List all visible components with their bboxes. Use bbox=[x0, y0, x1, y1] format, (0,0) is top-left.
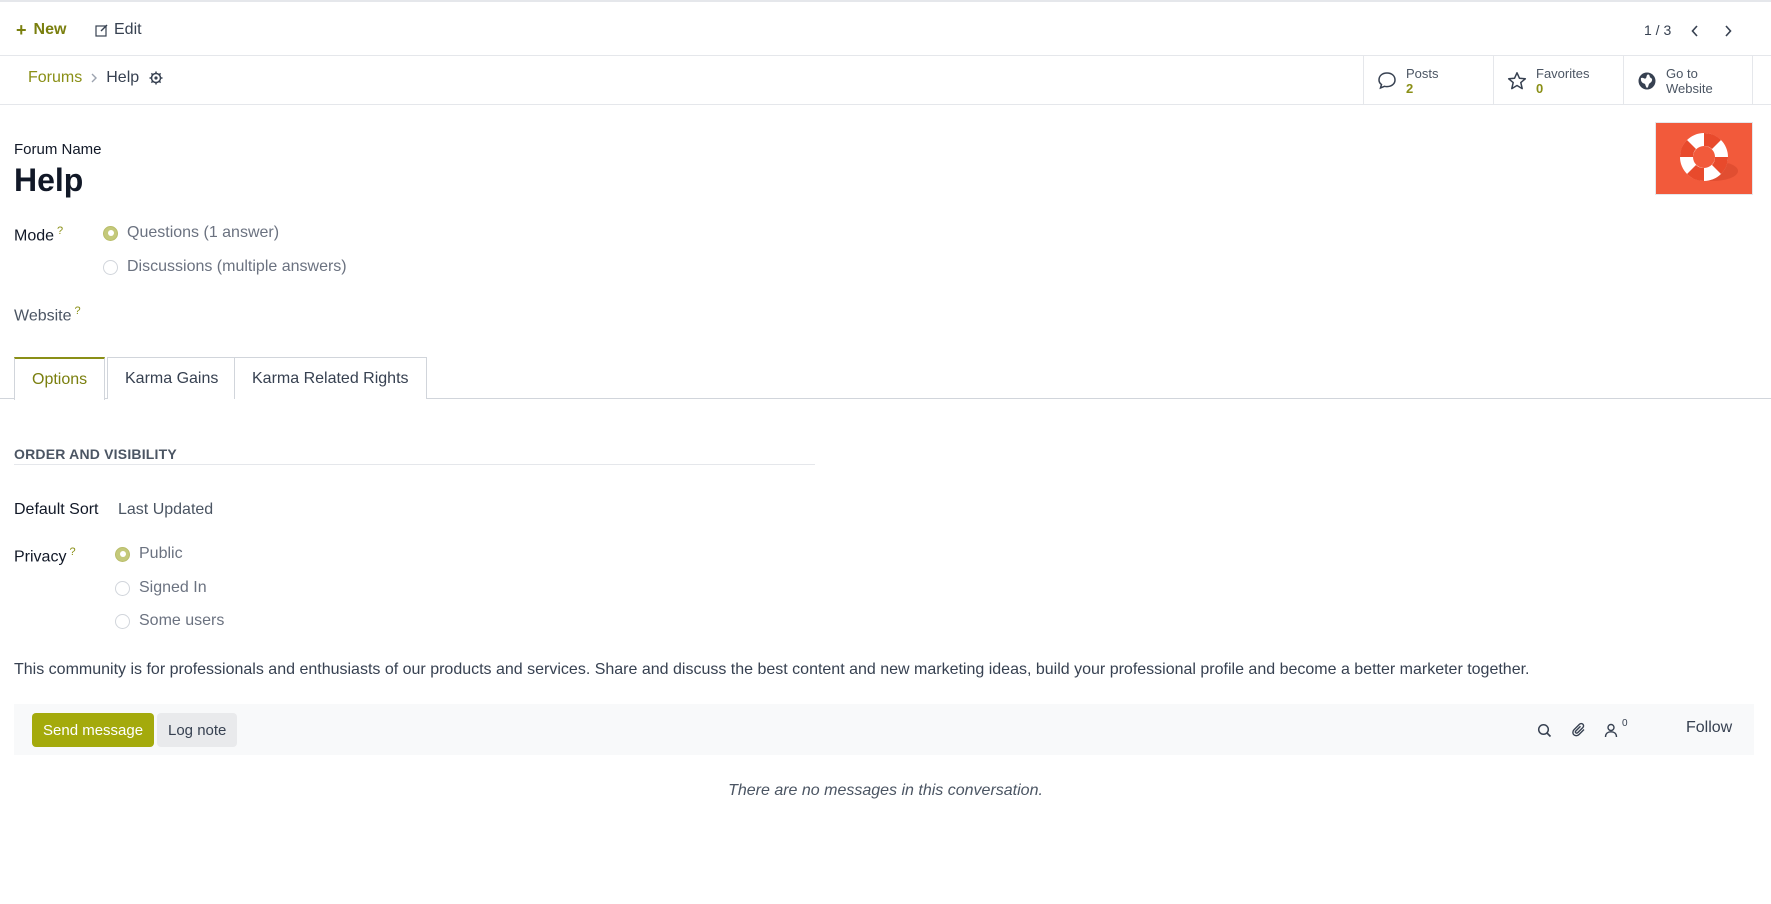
forum-name-value[interactable]: Help bbox=[14, 162, 83, 199]
privacy-option-signed-in[interactable]: Signed In bbox=[115, 579, 207, 597]
website-label: Website bbox=[1666, 80, 1713, 96]
privacy-option-label: Some users bbox=[139, 612, 225, 629]
forum-image[interactable] bbox=[1655, 122, 1753, 195]
chevron-right-icon bbox=[90, 72, 98, 84]
section-title-order-visibility: ORDER AND VISIBILITY bbox=[14, 446, 177, 462]
default-sort-label: Default Sort bbox=[14, 501, 99, 518]
privacy-option-public[interactable]: Public bbox=[115, 545, 183, 563]
chevron-left-icon bbox=[1691, 25, 1699, 37]
new-button[interactable]: + New bbox=[16, 18, 66, 42]
breadcrumb: Forums Help bbox=[28, 69, 163, 87]
mode-option-label: Questions (1 answer) bbox=[127, 224, 280, 241]
breadcrumb-forums-link[interactable]: Forums bbox=[28, 69, 82, 87]
radio-checked-icon[interactable] bbox=[103, 225, 118, 241]
favorites-smart-button[interactable]: Favorites 0 bbox=[1493, 56, 1623, 105]
help-tooltip-icon[interactable]: ? bbox=[75, 305, 81, 317]
edit-button[interactable]: Edit bbox=[95, 18, 142, 42]
search-icon[interactable] bbox=[1534, 720, 1554, 740]
edit-icon bbox=[95, 24, 108, 37]
star-icon bbox=[1506, 70, 1528, 92]
lifebuoy-icon bbox=[1679, 132, 1738, 182]
go-to-website-smart-button[interactable]: Go to Website bbox=[1623, 56, 1753, 105]
help-tooltip-icon[interactable]: ? bbox=[57, 225, 63, 237]
posts-smart-button[interactable]: Posts 2 bbox=[1363, 56, 1493, 105]
chat-bubble-icon bbox=[1376, 70, 1398, 92]
send-message-button[interactable]: Send message bbox=[32, 713, 155, 747]
pager-previous-button[interactable] bbox=[1685, 21, 1705, 41]
default-sort-value[interactable]: Last Updated bbox=[118, 501, 213, 519]
tab-options[interactable]: Options bbox=[14, 357, 106, 400]
mode-option-label: Discussions (multiple answers) bbox=[127, 258, 347, 275]
followers-icon[interactable] bbox=[1601, 720, 1621, 740]
forum-description[interactable]: This community is for professionals and … bbox=[14, 661, 1529, 679]
empty-conversation-message: There are no messages in this conversati… bbox=[728, 782, 1043, 799]
radio-unchecked-icon[interactable] bbox=[103, 259, 118, 275]
favorites-label: Favorites bbox=[1536, 65, 1590, 81]
mode-label-text: Mode bbox=[14, 227, 55, 245]
section-divider bbox=[14, 464, 815, 465]
chatter-toolbar bbox=[14, 704, 1754, 755]
privacy-option-label: Public bbox=[139, 545, 183, 562]
website-label-text: Website bbox=[14, 307, 72, 325]
go-to-label: Go to bbox=[1666, 65, 1698, 81]
plus-icon: + bbox=[16, 20, 27, 40]
follow-button[interactable]: Follow bbox=[1686, 719, 1732, 737]
radio-unchecked-icon[interactable] bbox=[115, 580, 130, 596]
globe-icon bbox=[1636, 70, 1658, 92]
tab-karma-related-rights[interactable]: Karma Related Rights bbox=[234, 357, 427, 399]
pager-value[interactable]: 1 / 3 bbox=[1644, 22, 1671, 38]
follower-count: 0 bbox=[1622, 718, 1628, 729]
control-panel-top: + New Edit 1 / 3 bbox=[0, 2, 1771, 56]
pager-next-button[interactable] bbox=[1718, 21, 1738, 41]
edit-button-label: Edit bbox=[114, 21, 142, 38]
help-tooltip-icon[interactable]: ? bbox=[69, 546, 75, 558]
chevron-right-icon bbox=[1724, 25, 1732, 37]
favorites-count: 0 bbox=[1536, 80, 1544, 96]
tab-karma-gains[interactable]: Karma Gains bbox=[107, 357, 237, 399]
radio-unchecked-icon[interactable] bbox=[115, 613, 130, 629]
new-button-label: New bbox=[33, 21, 67, 38]
radio-checked-icon[interactable] bbox=[115, 546, 130, 562]
website-label: Website? bbox=[14, 305, 81, 325]
mode-label: Mode? bbox=[14, 225, 63, 245]
privacy-option-label: Signed In bbox=[139, 579, 207, 596]
mode-option-discussions[interactable]: Discussions (multiple answers) bbox=[103, 258, 347, 276]
privacy-label: Privacy? bbox=[14, 546, 76, 566]
privacy-option-some-users[interactable]: Some users bbox=[115, 612, 224, 630]
log-note-button[interactable]: Log note bbox=[157, 713, 238, 747]
privacy-label-text: Privacy bbox=[14, 548, 67, 566]
control-panel-breadcrumb-row: Forums Help Posts 2 Favorites 0 Go to We… bbox=[0, 56, 1771, 105]
posts-label: Posts bbox=[1406, 65, 1439, 81]
mode-option-questions[interactable]: Questions (1 answer) bbox=[103, 224, 279, 242]
breadcrumb-current: Help bbox=[106, 69, 140, 86]
posts-count: 2 bbox=[1406, 80, 1414, 96]
forum-name-label: Forum Name bbox=[14, 141, 102, 158]
paperclip-icon[interactable] bbox=[1569, 720, 1589, 740]
gear-icon[interactable] bbox=[149, 71, 163, 85]
